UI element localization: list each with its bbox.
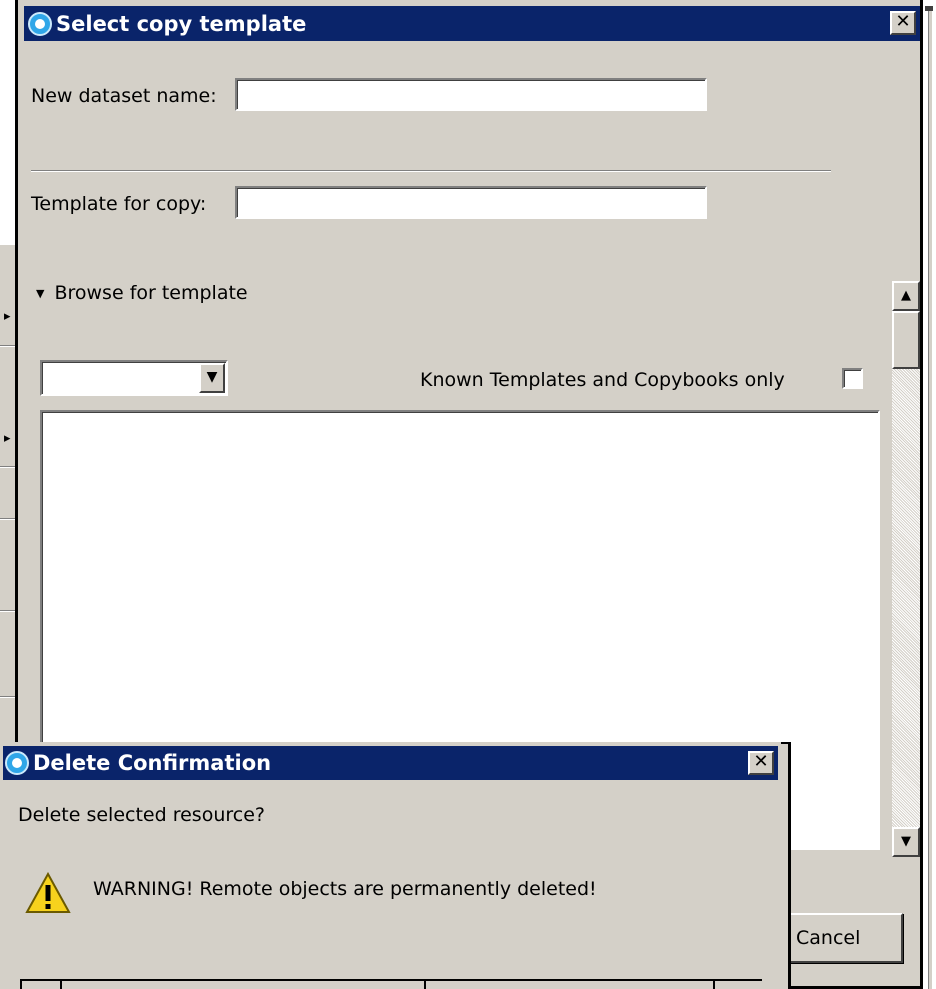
table-column-divider	[60, 979, 62, 989]
expand-triangle-icon: ▼	[36, 286, 45, 300]
dialog-corner	[781, 742, 791, 744]
app-ring-icon	[5, 751, 29, 775]
app-ring-icon	[28, 11, 52, 36]
window-corner	[925, 6, 933, 11]
arrow-up-icon[interactable]: ▲	[892, 281, 920, 311]
browse-template-toggle[interactable]: ▼ Browse for template	[36, 282, 248, 304]
new-dataset-field[interactable]	[235, 78, 707, 111]
table-column-divider	[713, 979, 715, 989]
template-label: Template for copy:	[31, 193, 207, 215]
scrollbar-thumb[interactable]	[892, 311, 920, 369]
cancel-button-label: Cancel	[796, 927, 861, 949]
known-templates-label: Known Templates and Copybooks only	[420, 369, 785, 391]
chevron-down-icon[interactable]: ▼	[199, 363, 225, 393]
warning-text: WARNING! Remote objects are permanently …	[93, 878, 597, 900]
resource-table-header	[20, 979, 762, 989]
template-field[interactable]	[235, 186, 707, 219]
copy-dialog-title: Select copy template	[56, 11, 307, 36]
delete-dialog-title: Delete Confirmation	[33, 751, 272, 775]
new-dataset-label: New dataset name:	[31, 85, 217, 107]
close-icon[interactable]: ✕	[890, 11, 916, 35]
delete-dialog-titlebar[interactable]: Delete Confirmation ✕	[3, 746, 778, 780]
copy-dialog-titlebar[interactable]: Select copy template ✕	[24, 6, 920, 41]
template-filter-combo[interactable]: ▼	[40, 360, 228, 396]
browse-template-label: Browse for template	[54, 282, 248, 304]
side-expand-arrow-icon[interactable]: ▸	[4, 310, 11, 323]
delete-question-text: Delete selected resource?	[18, 804, 265, 826]
table-column-divider	[424, 979, 426, 989]
close-icon[interactable]: ✕	[748, 751, 774, 775]
arrow-down-icon[interactable]: ▼	[892, 827, 920, 857]
known-templates-checkbox[interactable]	[842, 368, 863, 389]
warning-triangle-icon	[25, 872, 71, 913]
side-expand-arrow-icon[interactable]: ▸	[4, 432, 11, 445]
window-edge-border	[928, 10, 932, 989]
section-divider	[31, 170, 831, 172]
